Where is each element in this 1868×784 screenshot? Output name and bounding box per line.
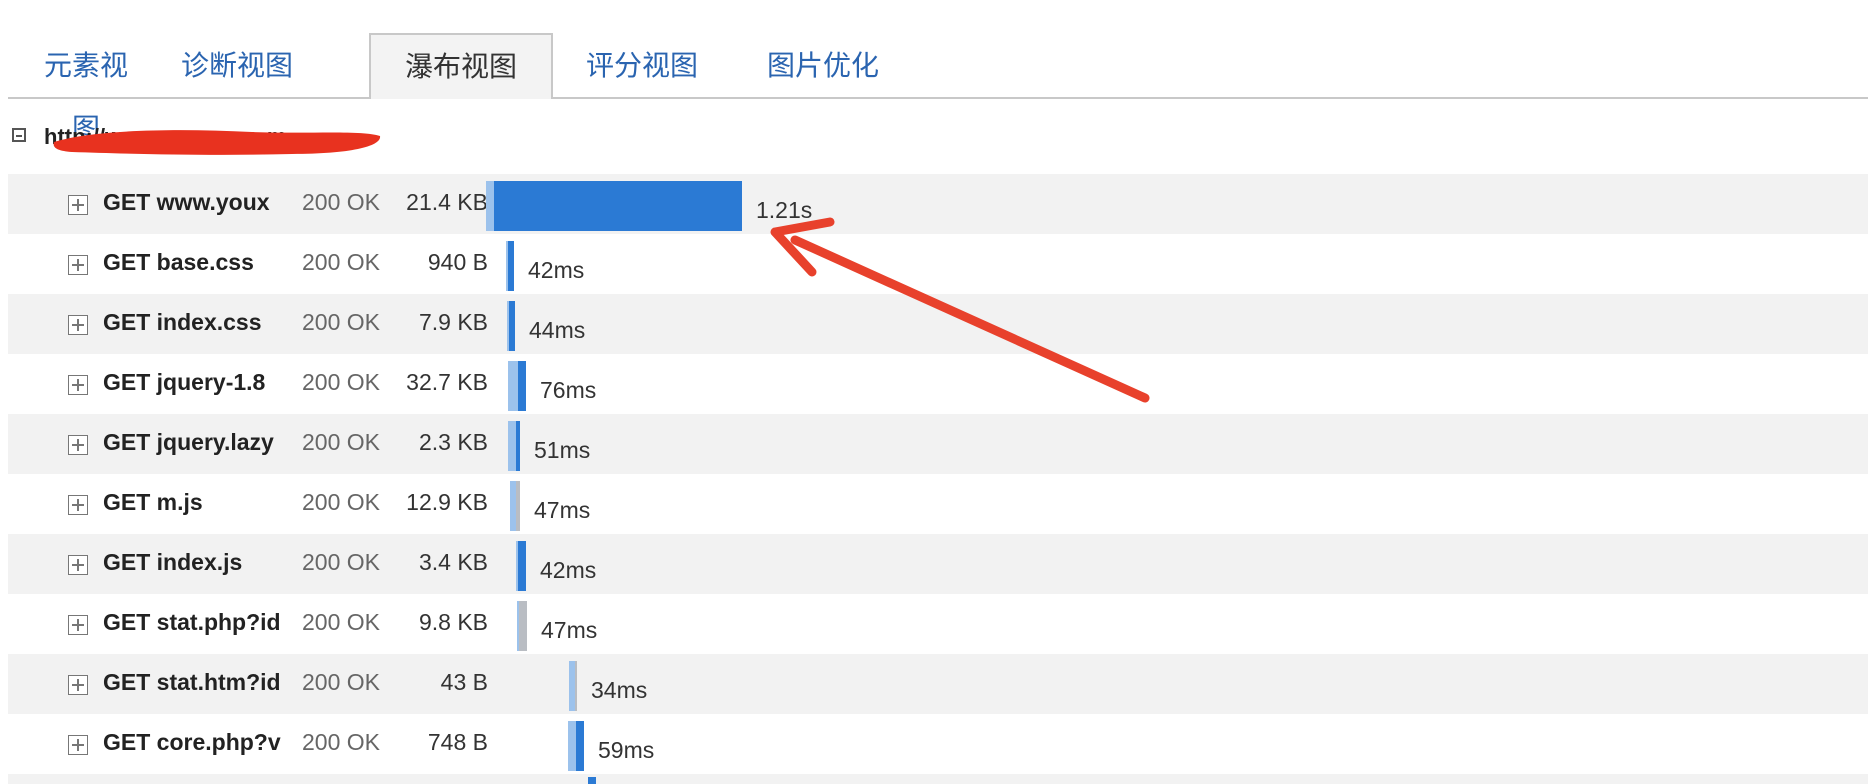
plus-box-icon[interactable] [68,315,88,335]
request-time-label: 42ms [528,257,585,283]
plus-box-icon[interactable] [68,495,88,515]
tab-diagnosis-view[interactable]: 诊断视图 [181,34,293,97]
request-row[interactable]: GET stat.htm?id 200 OK 43 B 34ms [8,654,1868,714]
waterfall-bar[interactable] [507,301,515,351]
request-size: 32.7 KB [406,369,488,395]
request-status: 200 OK [302,249,380,275]
request-name[interactable]: GET core.php?v [103,729,295,756]
waterfall-bar-wait-segment [508,361,518,411]
root-url[interactable]: http://www.yo.............m [44,124,286,150]
waterfall-bar[interactable] [508,361,526,411]
request-name[interactable]: GET stat.htm?id [103,669,295,696]
request-row[interactable]: GET jquery.lazy 200 OK 2.3 KB 51ms [8,414,1868,474]
request-time-label: 47ms [541,617,598,643]
waterfall-bar[interactable] [568,721,584,771]
request-row[interactable]: GET jquery-1.8 200 OK 32.7 KB 76ms [8,354,1868,414]
request-time-label: 1.21s [756,197,813,223]
request-size: 7.9 KB [418,309,488,335]
request-status: 200 OK [302,309,380,335]
request-name[interactable]: GET jquery-1.8 [103,369,295,396]
request-status: 200 OK [302,189,380,215]
tab-elements-view[interactable]: 元素视图 [36,34,136,145]
request-size: 3.4 KB [418,549,488,575]
tab-image-optimization[interactable]: 图片优化 [758,34,888,97]
minus-box-icon[interactable] [12,128,26,142]
request-row[interactable]: GET index.js 200 OK 3.4 KB 42ms [8,534,1868,594]
request-size: 748 B [427,729,488,755]
request-size: 43 B [440,669,488,695]
request-status: 200 OK [302,429,380,455]
request-time-label: 76ms [540,377,597,403]
request-row[interactable]: GET core.php?v 200 OK 748 B 59ms [8,714,1868,774]
request-size: 21.4 KB [406,189,488,215]
request-size: 2.3 KB [418,429,488,455]
waterfall-bar [588,777,596,784]
waterfall-bar-wait-segment [517,601,519,651]
request-time-label: 44ms [529,317,586,343]
request-name[interactable]: GET m.js [103,489,295,516]
request-name[interactable]: GET www.youx [103,189,295,216]
tab-score-view[interactable]: 评分视图 [577,34,707,97]
plus-box-icon[interactable] [68,195,88,215]
request-status: 200 OK [302,609,380,635]
waterfall-bar-wait-segment [568,721,576,771]
plus-box-icon[interactable] [68,375,88,395]
request-status: 200 OK [302,669,380,695]
request-status: 200 OK [302,549,380,575]
waterfall-bar[interactable] [510,481,520,531]
plus-box-icon[interactable] [68,615,88,635]
request-size: 9.8 KB [418,609,488,635]
waterfall-bar[interactable] [517,601,527,651]
request-status: 200 OK [302,369,380,395]
plus-box-icon[interactable] [68,735,88,755]
request-row[interactable]: GET m.js 200 OK 12.9 KB 47ms [8,474,1868,534]
request-size: 940 B [427,249,488,275]
waterfall-bar[interactable] [569,661,577,711]
plus-box-icon[interactable] [68,555,88,575]
waterfall-bar-wait-segment [506,241,508,291]
request-name[interactable]: GET index.js [103,549,295,576]
request-row-partial [8,774,1868,784]
request-time-label: 42ms [540,557,597,583]
request-name[interactable]: GET index.css [103,309,295,336]
tab-waterfall-view[interactable]: 瀑布视图 [369,33,553,99]
waterfall-bar-wait-segment [486,181,494,231]
waterfall-bar-wait-segment [508,421,516,471]
waterfall-bar[interactable] [516,541,526,591]
request-time-label: 59ms [598,737,655,763]
request-status: 200 OK [302,729,380,755]
request-row[interactable]: GET stat.php?id 200 OK 9.8 KB 47ms [8,594,1868,654]
request-status: 200 OK [302,489,380,515]
waterfall-bar-wait-segment [569,661,575,711]
request-name[interactable]: GET base.css [103,249,295,276]
plus-box-icon[interactable] [68,255,88,275]
request-time-label: 47ms [534,497,591,523]
request-name[interactable]: GET stat.php?id [103,609,295,636]
plus-box-icon[interactable] [68,435,88,455]
request-time-label: 51ms [534,437,591,463]
waterfall-bar-wait-segment [516,541,518,591]
waterfall-bar[interactable] [506,241,514,291]
request-row[interactable]: GET base.css 200 OK 940 B 42ms [8,234,1868,294]
tab-bar: 元素视图 诊断视图 瀑布视图 评分视图 图片优化 [8,33,1868,145]
request-name[interactable]: GET jquery.lazy [103,429,295,456]
request-row[interactable]: GET www.youx 200 OK 21.4 KB 1.21s [8,174,1868,234]
waterfall-bar-wait-segment [507,301,509,351]
request-size: 12.9 KB [406,489,488,515]
waterfall-bar-wait-segment [510,481,516,531]
plus-box-icon[interactable] [68,675,88,695]
waterfall-bar[interactable] [486,181,742,231]
request-row[interactable]: GET index.css 200 OK 7.9 KB 44ms [8,294,1868,354]
waterfall-bar[interactable] [508,421,520,471]
request-time-label: 34ms [591,677,648,703]
